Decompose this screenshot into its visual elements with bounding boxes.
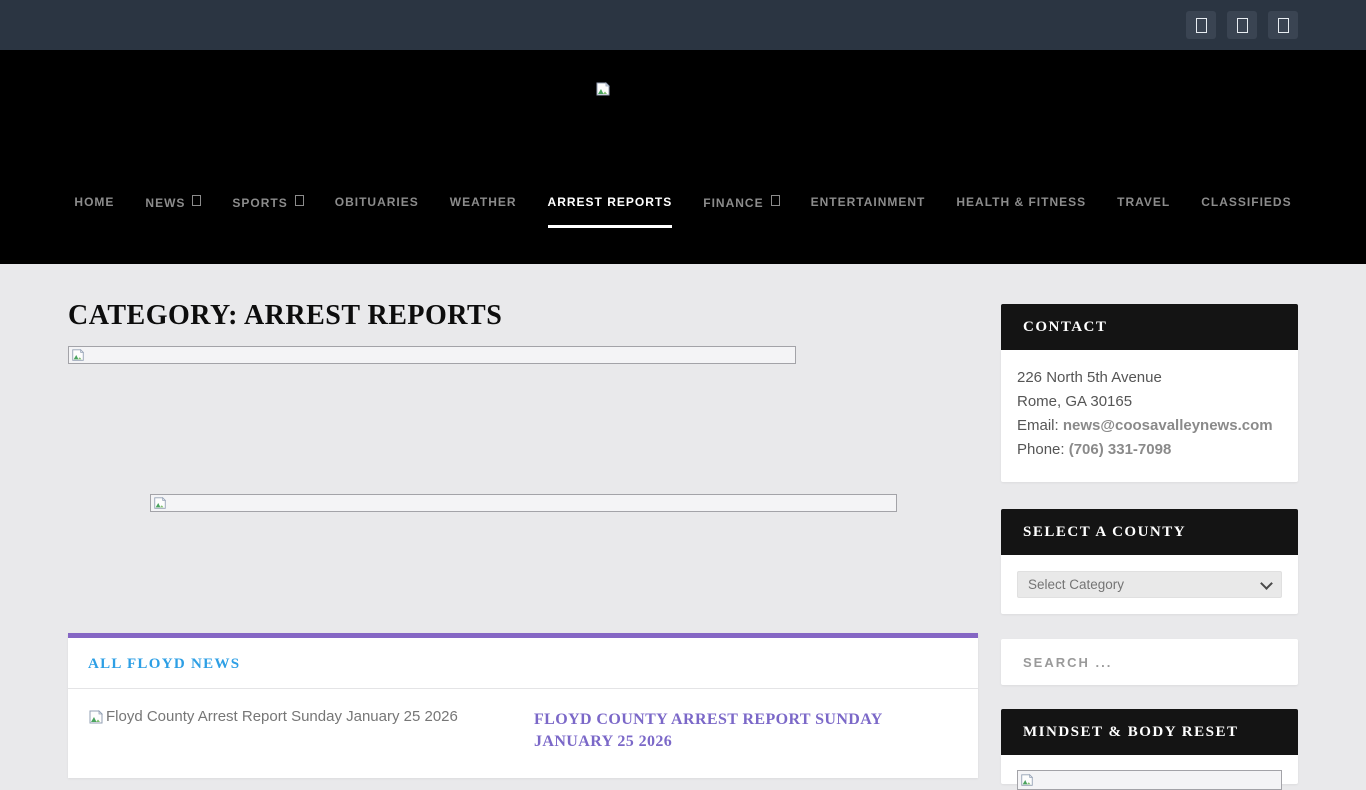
select-county-widget-body: Select Category bbox=[1001, 555, 1298, 614]
site-logo[interactable] bbox=[595, 80, 611, 98]
nav-label: SPORTS bbox=[232, 196, 288, 210]
nav-item-travel[interactable]: TRAVEL bbox=[1117, 195, 1170, 228]
nav-item-sports[interactable]: SPORTS bbox=[232, 195, 304, 228]
broken-image-icon bbox=[154, 496, 167, 509]
contact-widget-title: CONTACT bbox=[1023, 318, 1108, 335]
nav-label: ARREST REPORTS bbox=[547, 195, 673, 209]
nav-item-classifieds[interactable]: CLASSIFIEDS bbox=[1201, 195, 1291, 228]
broken-image-placeholder-2 bbox=[150, 494, 897, 512]
nav-label: NEWS bbox=[145, 196, 186, 210]
broken-image-icon bbox=[89, 710, 103, 724]
nav-item-obituaries[interactable]: OBITUARIES bbox=[335, 195, 419, 228]
section-title-link[interactable]: ALL FLOYD NEWS bbox=[88, 656, 240, 672]
mindset-widget: MINDSET & BODY RESET bbox=[1001, 709, 1298, 790]
nav-label: TRAVEL bbox=[1117, 195, 1171, 209]
broken-image-icon bbox=[1021, 773, 1034, 786]
broken-image-placeholder-3 bbox=[1017, 770, 1282, 790]
mindset-widget-body bbox=[1001, 755, 1298, 790]
article-list-item: Floyd County Arrest Report Sunday Januar… bbox=[68, 689, 978, 752]
dropdown-indicator-icon bbox=[294, 195, 304, 206]
dropdown-indicator-icon bbox=[770, 195, 780, 206]
article-thumbnail[interactable]: Floyd County Arrest Report Sunday Januar… bbox=[88, 709, 534, 752]
article-title-link[interactable]: FLOYD COUNTY ARREST REPORT SUNDAY JANUAR… bbox=[534, 709, 914, 752]
nav-item-home[interactable]: HOME bbox=[74, 195, 114, 228]
select-county-widget-header: SELECT A COUNTY bbox=[1001, 509, 1298, 555]
search-input[interactable] bbox=[1001, 654, 1298, 670]
contact-phone-label: Phone: bbox=[1017, 441, 1065, 458]
nav-item-entertainment[interactable]: ENTERTAINMENT bbox=[811, 195, 926, 228]
broken-image-icon bbox=[596, 81, 610, 96]
news-section-card: ALL FLOYD NEWS Floyd County Arrest Repor… bbox=[68, 633, 978, 778]
search-widget bbox=[1001, 639, 1298, 685]
nav-label: HOME bbox=[74, 195, 115, 209]
contact-phone-link[interactable]: (706) 331-7098 bbox=[1069, 441, 1172, 458]
contact-email-line: Email: news@coosavalleynews.com bbox=[1017, 414, 1282, 438]
nav-label: CLASSIFIEDS bbox=[1201, 195, 1292, 209]
contact-phone-line: Phone: (706) 331-7098 bbox=[1017, 438, 1282, 462]
contact-widget-body: 226 North 5th Avenue Rome, GA 30165 Emai… bbox=[1001, 350, 1298, 482]
page-title: CATEGORY: ARREST REPORTS bbox=[68, 300, 503, 331]
nav-label: HEALTH & FITNESS bbox=[956, 195, 1087, 209]
contact-address-line1: 226 North 5th Avenue bbox=[1017, 369, 1162, 386]
top-bar bbox=[0, 0, 1366, 50]
article-image-alt-text: Floyd County Arrest Report Sunday Januar… bbox=[106, 708, 458, 725]
mindset-widget-title: MINDSET & BODY RESET bbox=[1023, 723, 1239, 740]
contact-email-link[interactable]: news@coosavalleynews.com bbox=[1063, 417, 1273, 434]
county-select-wrapper: Select Category bbox=[1017, 571, 1282, 598]
social-button-2[interactable] bbox=[1227, 11, 1257, 39]
dropdown-indicator-icon bbox=[192, 195, 202, 206]
sidebar: CONTACT 226 North 5th Avenue Rome, GA 30… bbox=[1001, 304, 1298, 790]
search-box bbox=[1001, 639, 1298, 685]
social-glyph-icon bbox=[1236, 17, 1248, 33]
main-navigation: HOME NEWS SPORTS OBITUARIES WEATHER ARRE… bbox=[0, 195, 1366, 228]
nav-label: FINANCE bbox=[703, 196, 764, 210]
news-section-header: ALL FLOYD NEWS bbox=[68, 638, 978, 689]
contact-widget-header: CONTACT bbox=[1001, 304, 1298, 350]
social-glyph-icon bbox=[1277, 17, 1289, 33]
social-button-3[interactable] bbox=[1268, 11, 1298, 39]
mindset-widget-header: MINDSET & BODY RESET bbox=[1001, 709, 1298, 755]
select-county-widget-title: SELECT A COUNTY bbox=[1023, 523, 1187, 540]
contact-address-line2: Rome, GA 30165 bbox=[1017, 393, 1133, 410]
select-county-widget: SELECT A COUNTY Select Category bbox=[1001, 509, 1298, 614]
nav-item-finance[interactable]: FINANCE bbox=[703, 195, 780, 228]
nav-item-weather[interactable]: WEATHER bbox=[450, 195, 517, 228]
social-glyph-icon bbox=[1195, 17, 1207, 33]
site-header: HOME NEWS SPORTS OBITUARIES WEATHER ARRE… bbox=[0, 50, 1366, 264]
nav-item-news[interactable]: NEWS bbox=[145, 195, 202, 228]
broken-image-placeholder-1 bbox=[68, 346, 796, 364]
nav-label: ENTERTAINMENT bbox=[810, 195, 926, 209]
nav-item-health-fitness[interactable]: HEALTH & FITNESS bbox=[956, 195, 1086, 228]
contact-email-label: Email: bbox=[1017, 417, 1059, 434]
nav-label: OBITUARIES bbox=[334, 195, 419, 209]
social-icons-group bbox=[1186, 11, 1298, 39]
nav-item-arrest-reports[interactable]: ARREST REPORTS bbox=[547, 195, 673, 228]
county-select[interactable]: Select Category bbox=[1017, 571, 1282, 598]
social-button-1[interactable] bbox=[1186, 11, 1216, 39]
nav-label: WEATHER bbox=[449, 195, 517, 209]
contact-widget: CONTACT 226 North 5th Avenue Rome, GA 30… bbox=[1001, 304, 1298, 482]
broken-image-icon bbox=[72, 348, 85, 361]
